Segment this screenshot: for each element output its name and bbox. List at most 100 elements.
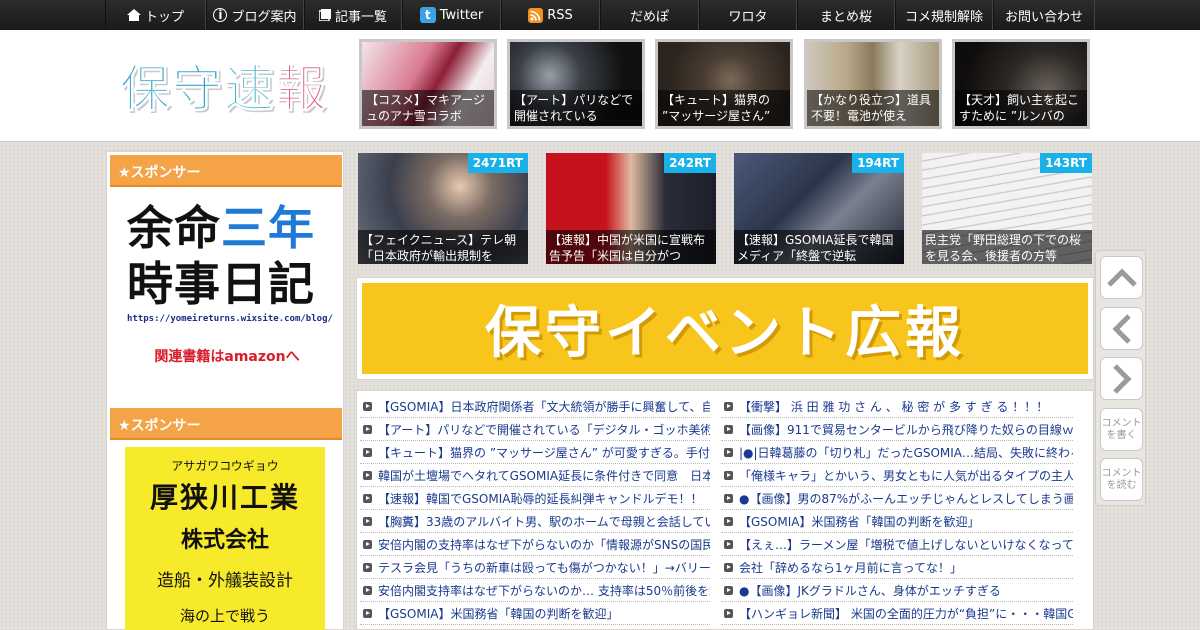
thumb-caption: 【キュート】猫界の ”マッサージ屋さん” (658, 90, 790, 126)
floating-button-panel: コメントを書く コメントを読む (1095, 250, 1146, 506)
thumb-caption: 【コスメ】マキアージュのアナ雪コラボ (362, 90, 494, 126)
home-icon (126, 9, 141, 21)
event-banner[interactable]: 保守イベント広報 (356, 277, 1094, 380)
write-comment-button[interactable]: コメントを書く (1100, 408, 1143, 451)
retweet-count-badge: 194RT (852, 153, 904, 173)
list-item-title: 【GSOMIA】米国務省「韓国の判断を歓迎」 (378, 606, 619, 621)
list-item[interactable]: 【ハンギョレ新聞】 米国の全面的圧力が“負担”に・・・韓国G (721, 602, 1073, 625)
retweet-count-badge: 242RT (664, 153, 716, 173)
logo-char: 保 (120, 60, 172, 119)
bullet-arrow-icon (724, 585, 733, 595)
bullet-arrow-icon (724, 470, 733, 480)
nav-damepo[interactable]: だめぽ (600, 0, 699, 30)
list-item[interactable]: 安倍内閣支持率はなぜ下がらないのか… 支持率は50％前後を維 (360, 579, 710, 602)
event-banner-inner: 保守イベント広報 (362, 283, 1088, 374)
list-item[interactable]: ●【画像】男の87%がふーんエッチじゃんとレスしてしまう画像 (721, 487, 1073, 510)
top-nav-menu: トップ i ブログ案内 記事一覧 t Twitter RSS だめぽ ワロタ ま… (105, 0, 1095, 30)
retweet-count-badge: 2471RT (467, 153, 528, 173)
nav-label: RSS (547, 7, 573, 23)
bullet-arrow-icon (363, 585, 372, 595)
ad-text: 三年 (221, 201, 315, 255)
ranking-card[interactable]: 194RT 【速報】GSOMIA延長で韓国メディア「終盤で逆転 (734, 153, 904, 264)
list-item[interactable]: 【GSOMIA】米国務省「韓国の判断を歓迎」 (360, 602, 710, 625)
list-item[interactable]: 【GSOMIA】米国務省「韓国の判断を歓迎」 (721, 510, 1073, 533)
read-comment-button[interactable]: コメントを読む (1100, 458, 1143, 501)
list-item[interactable]: 【キュート】猫界の ”マッサージ屋さん” が可愛すぎる。手付き (360, 441, 710, 464)
sponsor-ad-yomei[interactable]: 余命三年 時事日記 https://yomeireturns.wixsite.c… (127, 200, 333, 380)
nav-label: コメ規制解除 (904, 9, 983, 25)
previous-article-button[interactable] (1100, 307, 1143, 350)
nav-article-list[interactable]: 記事一覧 (304, 0, 402, 30)
rss-icon (528, 7, 544, 23)
list-item[interactable]: 【GSOMIA】日本政府関係者「文大統領が勝手に興奮して、自 (360, 395, 710, 418)
nav-label: ブログ案内 (231, 9, 297, 25)
nav-blog-guide[interactable]: i ブログ案内 (206, 0, 304, 30)
header-thumb-cat[interactable]: 【キュート】猫界の ”マッサージ屋さん” (655, 39, 793, 129)
article-list-right: 【衝撃】 浜 田 雅 功 さ ん 、 秘 密 が 多 す ぎ る ！！！ 【画像】… (721, 395, 1073, 625)
nav-contact[interactable]: お問い合わせ (993, 0, 1095, 30)
list-item[interactable]: 会社「辞めるなら1ヶ月前に言ってな！」 (721, 556, 1073, 579)
header-thumb-art[interactable]: 【アート】パリなどで開催されている (507, 39, 645, 129)
chevron-left-icon (1111, 313, 1131, 344)
list-item[interactable]: 【画像】911で貿易センタービルから飛び降りた奴らの目線ｗｗ (721, 418, 1073, 441)
site-logo[interactable]: 保守速報 (120, 50, 330, 120)
header-thumb-roomba[interactable]: 【天才】飼い主を起こすために ”ルンバの (952, 39, 1090, 129)
bullet-arrow-icon (724, 401, 733, 411)
nav-comment-unblock[interactable]: コメ規制解除 (895, 0, 993, 30)
list-item[interactable]: ●【画像】JKグラドルさん、身体がエッチすぎる (721, 579, 1073, 602)
list-item-title: 【えぇ…】ラーメン屋「増税で値上げしないといけなくなって (739, 537, 1073, 552)
article-list-box: 【GSOMIA】日本政府関係者「文大統領が勝手に興奮して、自【アート】パリなどで… (356, 390, 1094, 630)
ranking-caption: 【速報】中国が米国に宣戦布告予告「米国は自分がつ (546, 230, 716, 264)
list-item-title: 韓国が土壇場でヘタれてGSOMIA延長に条件付きで同意 日本 (378, 468, 710, 483)
bullet-arrow-icon (363, 562, 372, 572)
nav-top[interactable]: トップ (105, 0, 206, 30)
nav-twitter[interactable]: t Twitter (402, 0, 501, 30)
list-item-title: 【胸糞】33歳のアルバイト男、駅のホームで母親と会話してい (378, 514, 710, 529)
list-item[interactable]: 「俺様キャラ」とかいう、男女ともに人気が出るタイプの主人 (721, 464, 1073, 487)
ad-slogan: 海の上で戦う (179, 607, 270, 625)
nav-label: お問い合わせ (1004, 9, 1083, 25)
bullet-arrow-icon (363, 424, 372, 434)
ranking-caption: 【フェイクニュース】テレ朝「日本政府が輸出規制を (358, 230, 528, 264)
list-item[interactable]: 韓国が土壇場でヘタれてGSOMIA延長に条件付きで同意 日本 (360, 464, 710, 487)
list-item-title: 【速報】韓国でGSOMIA恥辱的延長糾弾キャンドルデモ！！ (378, 491, 703, 506)
ranking-card[interactable]: 143RT 民主党「野田総理の下での桜を見る会、後援者の方等 (922, 153, 1092, 264)
bullet-arrow-icon (363, 608, 372, 618)
scroll-top-button[interactable] (1100, 256, 1143, 299)
list-item[interactable]: 【胸糞】33歳のアルバイト男、駅のホームで母親と会話してい (360, 510, 710, 533)
bullet-arrow-icon (363, 401, 372, 411)
next-article-button[interactable] (1100, 357, 1143, 400)
chevron-up-icon (1106, 267, 1137, 287)
nav-label: ワロタ (728, 9, 768, 25)
thumb-caption: 【アート】パリなどで開催されている (510, 90, 642, 126)
ad-text: 余命 (127, 201, 221, 255)
ranking-card[interactable]: 242RT 【速報】中国が米国に宣戦布告予告「米国は自分がつ (546, 153, 716, 264)
ad-amazon-link[interactable]: 関連書籍はamazonへ (127, 346, 327, 366)
bullet-arrow-icon (724, 447, 733, 457)
sidebar: ★スポンサー 余命三年 時事日記 https://yomeireturns.wi… (106, 151, 344, 630)
ranking-card[interactable]: 2471RT 【フェイクニュース】テレ朝「日本政府が輸出規制を (358, 153, 528, 264)
list-item-title: |●|日韓葛藤の「切り札」だったGSOMIA…結局、失敗に終わる (739, 445, 1073, 460)
list-item[interactable]: 【アート】パリなどで開催されている「デジタル・ゴッホ美術 (360, 418, 710, 441)
logo-char: 守 (172, 60, 224, 119)
list-item-title: 【GSOMIA】日本政府関係者「文大統領が勝手に興奮して、自 (378, 399, 710, 414)
list-item[interactable]: 【えぇ…】ラーメン屋「増税で値上げしないといけなくなって (721, 533, 1073, 556)
list-item[interactable]: 【衝撃】 浜 田 雅 功 さ ん 、 秘 密 が 多 す ぎ る ！！！ (721, 395, 1073, 418)
nav-matome-sakura[interactable]: まとめ桜 (797, 0, 895, 30)
bullet-arrow-icon (363, 493, 372, 503)
site-header: 保守速報 【コスメ】マキアージュのアナ雪コラボ 【アート】パリなどで開催されてい… (0, 30, 1200, 142)
bullet-arrow-icon (724, 493, 733, 503)
list-item[interactable]: |●|日韓葛藤の「切り札」だったGSOMIA…結局、失敗に終わる (721, 441, 1073, 464)
list-item-title: テスラ会見「うちの新車は殴っても傷がつかない！」→バリー (378, 560, 710, 575)
list-item[interactable]: 安倍内閣の支持率はなぜ下がらないのか「情報源がSNSの国民 (360, 533, 710, 556)
list-item-title: 会社「辞めるなら1ヶ月前に言ってな！」 (739, 560, 963, 575)
header-thumb-cosme[interactable]: 【コスメ】マキアージュのアナ雪コラボ (359, 39, 497, 129)
nav-rss[interactable]: RSS (501, 0, 600, 30)
list-item[interactable]: 【速報】韓国でGSOMIA恥辱的延長糾弾キャンドルデモ！！ (360, 487, 710, 510)
retweet-count-badge: 143RT (1040, 153, 1092, 173)
bullet-arrow-icon (363, 516, 372, 526)
list-item[interactable]: テスラ会見「うちの新車は殴っても傷がつかない！」→バリー (360, 556, 710, 579)
nav-warota[interactable]: ワロタ (699, 0, 797, 30)
header-thumb-tool[interactable]: 【かなり役立つ】道具不要！電池が使え (804, 39, 942, 129)
sponsor-ad-asagawa[interactable]: アサガワコウギョウ 厚狭川工業 株式会社 造船・外艤装設計 海の上で戦う (125, 447, 325, 630)
